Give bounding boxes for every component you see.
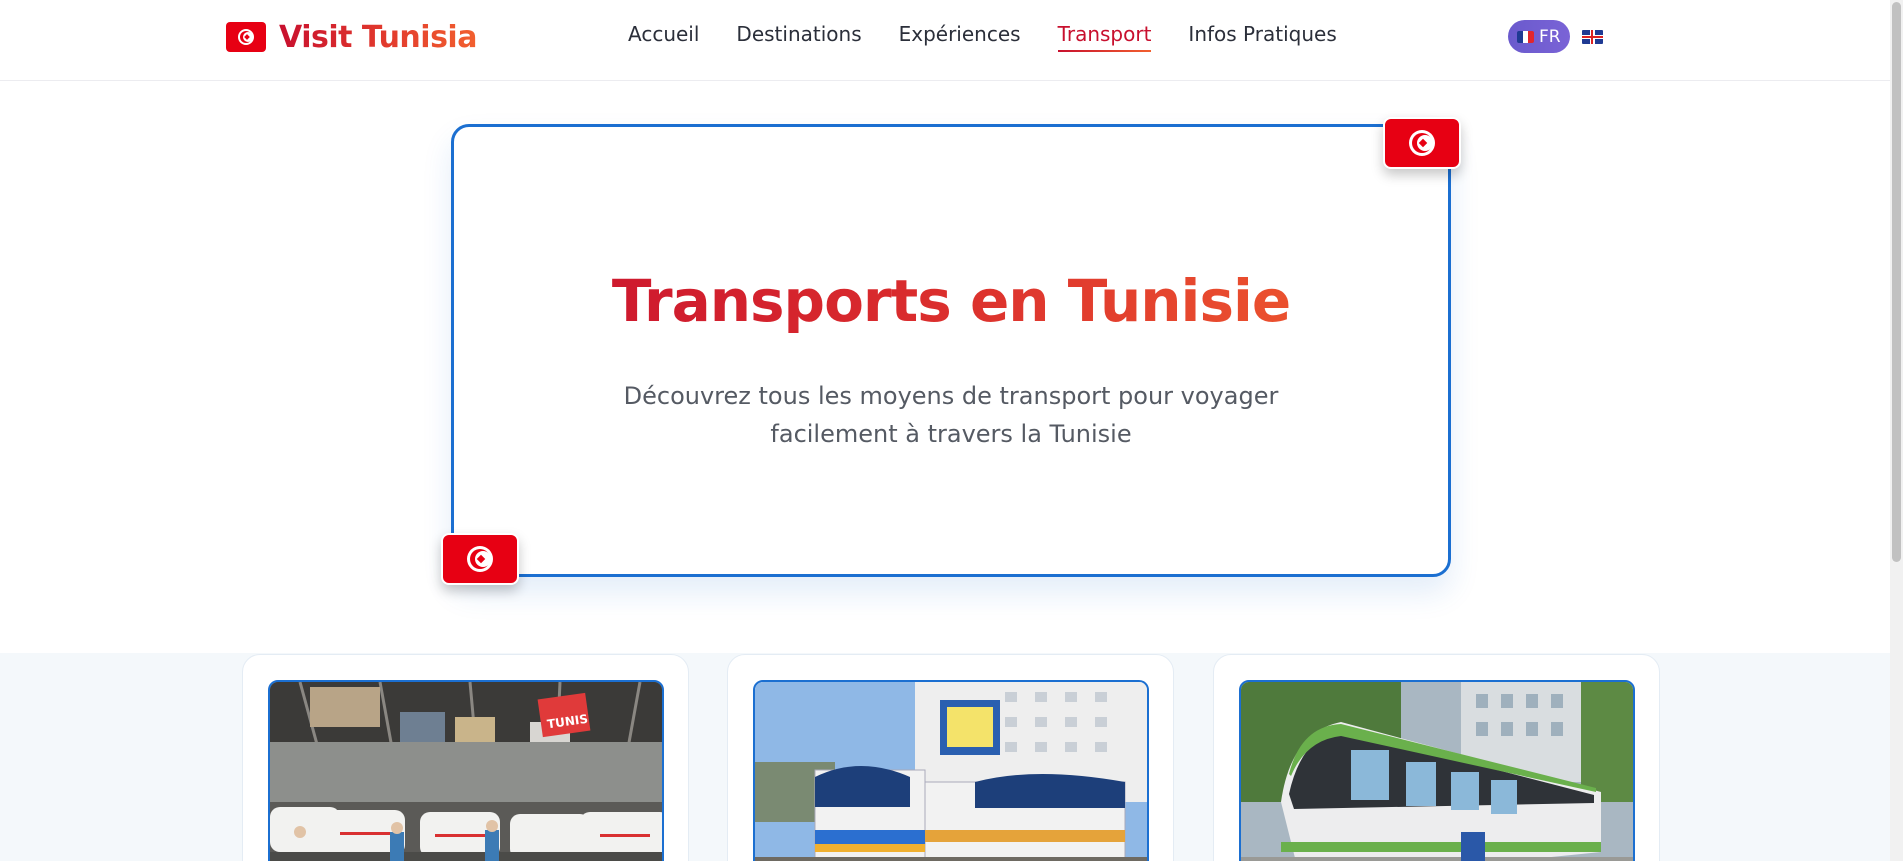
transport-card-train[interactable] bbox=[727, 654, 1174, 861]
uk-flag-icon[interactable] bbox=[1581, 29, 1603, 44]
page-title: Transports en Tunisie bbox=[454, 267, 1448, 335]
lang-fr-button[interactable]: FR bbox=[1508, 20, 1570, 53]
nav-item-accueil[interactable]: Accueil bbox=[628, 22, 699, 52]
tunisia-flag-icon bbox=[441, 533, 519, 585]
train-station-photo bbox=[753, 680, 1149, 861]
nav-item-transport[interactable]: Transport bbox=[1057, 22, 1151, 52]
nav-item-infos-pratiques[interactable]: Infos Pratiques bbox=[1188, 22, 1336, 52]
louage-station-photo: TUNIS bbox=[268, 680, 664, 861]
transport-card-louage[interactable]: TUNIS bbox=[242, 654, 689, 861]
main-nav: Accueil Destinations Expériences Transpo… bbox=[628, 22, 1374, 52]
nav-item-experiences[interactable]: Expériences bbox=[899, 22, 1021, 52]
transport-card-metro[interactable] bbox=[1213, 654, 1660, 861]
scrollbar-thumb[interactable] bbox=[1892, 2, 1901, 562]
page-subtitle: Découvrez tous les moyens de transport p… bbox=[623, 382, 1279, 448]
language-switcher: FR bbox=[1508, 20, 1603, 53]
nav-item-destinations[interactable]: Destinations bbox=[736, 22, 861, 52]
brand-logo-link[interactable]: Visit Tunisia bbox=[226, 18, 477, 56]
site-header: Visit Tunisia Accueil Destinations Expér… bbox=[0, 0, 1903, 81]
tunisia-flag-icon bbox=[1383, 117, 1461, 169]
lang-fr-label: FR bbox=[1539, 26, 1561, 47]
hero-card: Transports en Tunisie Découvrez tous les… bbox=[451, 124, 1451, 577]
brand-name: Visit Tunisia bbox=[279, 19, 477, 55]
tunisia-flag-icon bbox=[226, 22, 266, 52]
tramway-photo bbox=[1239, 680, 1635, 861]
france-flag-icon bbox=[1517, 30, 1534, 43]
page-scrollbar[interactable] bbox=[1890, 0, 1903, 861]
